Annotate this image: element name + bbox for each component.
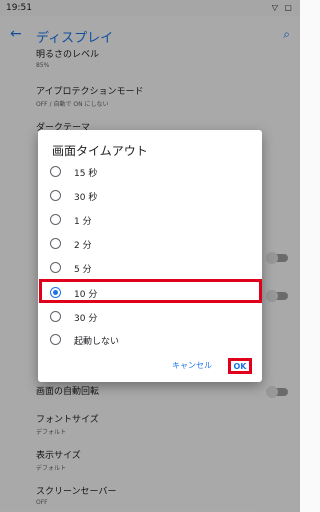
radio-button[interactable] — [50, 262, 61, 273]
option-label: 5 分 — [74, 265, 92, 275]
option-label: 起動しない — [74, 337, 120, 347]
radio-button[interactable] — [50, 190, 61, 201]
option-label: 15 秒 — [74, 169, 98, 179]
ok-button[interactable]: OK — [228, 358, 252, 374]
option-5-min[interactable]: 5 分 — [38, 256, 262, 280]
cancel-button[interactable]: キャンセル — [172, 360, 212, 371]
radio-button[interactable] — [50, 311, 61, 322]
option-label: 30 秒 — [74, 193, 98, 203]
option-30-min[interactable]: 30 分 — [38, 305, 262, 329]
option-never[interactable]: 起動しない — [38, 328, 262, 352]
option-15-sec[interactable]: 15 秒 — [38, 160, 262, 184]
option-label: 1 分 — [74, 217, 92, 227]
option-label: 30 分 — [74, 314, 98, 324]
dialog-title: 画面タイムアウト — [52, 144, 148, 158]
option-label: 2 分 — [74, 241, 92, 251]
radio-button[interactable] — [50, 238, 61, 249]
radio-button[interactable] — [50, 166, 61, 177]
radio-button[interactable] — [50, 214, 61, 225]
radio-button[interactable] — [50, 334, 61, 345]
option-1-min[interactable]: 1 分 — [38, 208, 262, 232]
option-30-sec[interactable]: 30 秒 — [38, 184, 262, 208]
screen-timeout-dialog: 画面タイムアウト 15 秒 30 秒 1 分 2 分 5 分 10 分 30 分… — [38, 130, 262, 382]
option-2-min[interactable]: 2 分 — [38, 232, 262, 256]
dialog-actions: キャンセル OK — [38, 352, 262, 382]
selected-option-highlight — [39, 279, 262, 303]
